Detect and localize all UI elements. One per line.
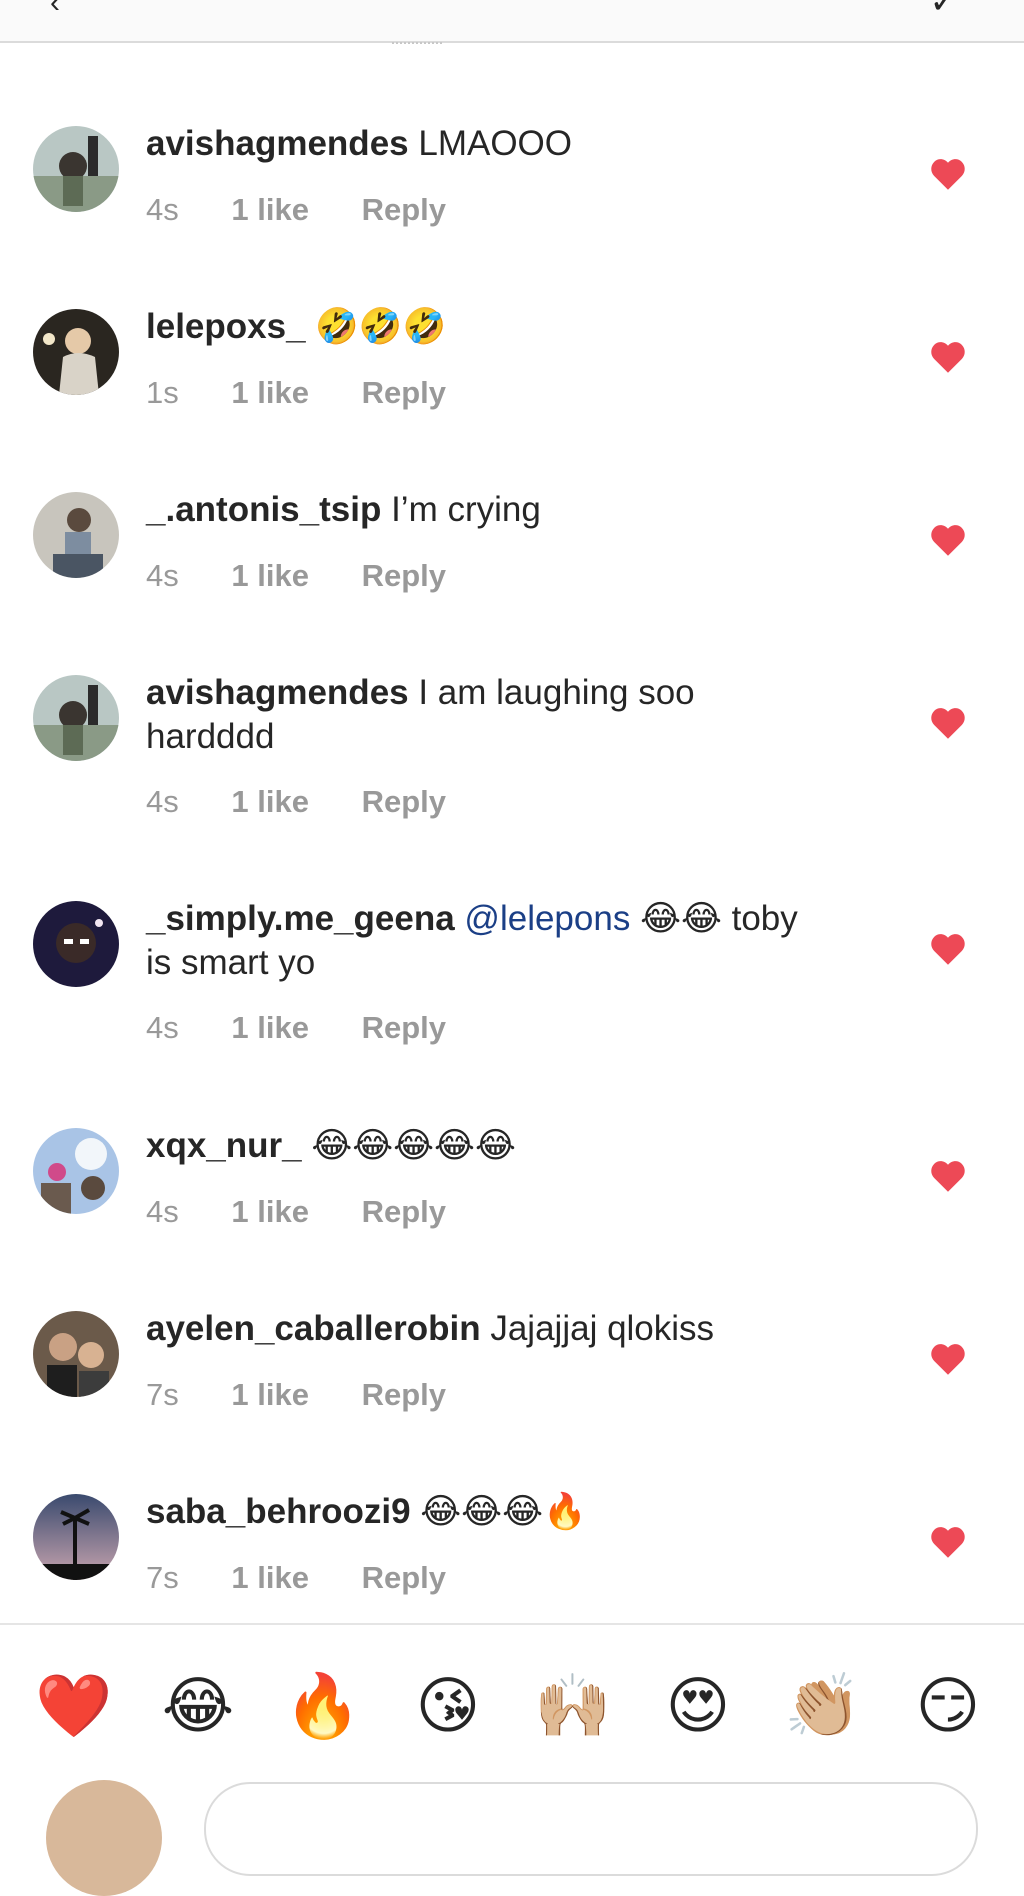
avatar[interactable]	[33, 901, 119, 987]
fire-emoji-button[interactable]: 🔥	[283, 1667, 363, 1747]
comment-body: I’m crying	[391, 490, 541, 529]
comment-text: lelepoxs_ 🤣🤣🤣	[146, 305, 826, 349]
heart-icon[interactable]	[930, 1159, 966, 1193]
comment-body: 🤣🤣🤣	[315, 307, 447, 346]
comment-text: avishagmendes LMAOOO	[146, 122, 826, 166]
comment-likes[interactable]: 1 like	[231, 784, 309, 819]
comment-username[interactable]: ayelen_caballerobin	[146, 1309, 481, 1348]
comment-text: _simply.me_geena @lelepons 😂😂 toby is sm…	[146, 897, 826, 985]
emoji-reaction-bar: ❤️ 😂 🔥 😘 🙌🏼 😍 👏🏼 😏	[0, 1623, 1024, 1785]
reply-button[interactable]: Reply	[362, 375, 446, 410]
comment-username[interactable]: avishagmendes	[146, 124, 409, 163]
reply-button[interactable]: Reply	[362, 558, 446, 593]
red-heart-emoji-button[interactable]: ❤️	[34, 1667, 114, 1747]
comment-username[interactable]: lelepoxs_	[146, 307, 306, 346]
scroll-indicator	[392, 36, 442, 44]
comment-likes[interactable]: 1 like	[231, 558, 309, 593]
mention-link[interactable]: @lelepons	[464, 899, 630, 938]
comment-likes[interactable]: 1 like	[231, 1010, 309, 1045]
comment-time: 1s	[146, 375, 179, 410]
comment-meta: 4s 1 like Reply	[146, 784, 490, 820]
clapping-emoji-button[interactable]: 👏🏼	[783, 1667, 863, 1747]
comment-username[interactable]: xqx_nur_	[146, 1126, 302, 1165]
heart-icon[interactable]	[930, 706, 966, 740]
comment-meta: 4s 1 like Reply	[146, 1010, 490, 1046]
comment-username[interactable]: _.antonis_tsip	[146, 490, 381, 529]
heart-icon[interactable]	[930, 157, 966, 191]
comment-meta: 1s 1 like Reply	[146, 375, 490, 411]
comment-body: 😂😂😂🔥	[420, 1492, 587, 1531]
comment-meta: 4s 1 like Reply	[146, 558, 490, 594]
back-icon[interactable]: ‹	[50, 0, 60, 20]
comment-input[interactable]	[204, 1782, 978, 1876]
comment-likes[interactable]: 1 like	[231, 1560, 309, 1595]
comment-text: ayelen_caballerobin Jajajjaj qlokiss	[146, 1307, 826, 1351]
comment-body: LMAOOO	[418, 124, 572, 163]
comment-time: 4s	[146, 1194, 179, 1229]
current-user-avatar	[46, 1780, 162, 1896]
comment-username[interactable]: saba_behroozi9	[146, 1492, 411, 1531]
comment-meta: 4s 1 like Reply	[146, 192, 490, 228]
comment-time: 4s	[146, 1010, 179, 1045]
comment-time: 4s	[146, 784, 179, 819]
share-icon[interactable]: ✓	[930, 0, 959, 22]
avatar[interactable]	[33, 309, 119, 395]
comment-text: saba_behroozi9 😂😂😂🔥	[146, 1490, 826, 1534]
comment-likes[interactable]: 1 like	[231, 375, 309, 410]
reply-button[interactable]: Reply	[362, 192, 446, 227]
comment-time: 4s	[146, 558, 179, 593]
comment-time: 7s	[146, 1560, 179, 1595]
comment-username[interactable]: _simply.me_geena	[146, 899, 455, 938]
reply-button[interactable]: Reply	[362, 1194, 446, 1229]
comment-text: _.antonis_tsip I’m crying	[146, 488, 826, 532]
smirk-emoji-button[interactable]: 😏	[908, 1667, 988, 1747]
heart-icon[interactable]	[930, 1342, 966, 1376]
comment-meta: 4s 1 like Reply	[146, 1194, 490, 1230]
avatar[interactable]	[33, 1311, 119, 1397]
heart-icon[interactable]	[930, 932, 966, 966]
comment-likes[interactable]: 1 like	[231, 1377, 309, 1412]
comment-likes[interactable]: 1 like	[231, 192, 309, 227]
avatar[interactable]	[33, 1494, 119, 1580]
comment-username[interactable]: avishagmendes	[146, 673, 409, 712]
comment-time: 4s	[146, 192, 179, 227]
comment-text: avishagmendes I am laughing soo hardddd	[146, 671, 826, 759]
comment-body: 😂😂😂😂😂	[311, 1126, 516, 1165]
reply-button[interactable]: Reply	[362, 1377, 446, 1412]
avatar[interactable]	[33, 492, 119, 578]
reply-button[interactable]: Reply	[362, 1560, 446, 1595]
comment-meta: 7s 1 like Reply	[146, 1560, 490, 1596]
heart-icon[interactable]	[930, 523, 966, 557]
comment-body: Jajajjaj qlokiss	[490, 1309, 715, 1348]
reply-button[interactable]: Reply	[362, 784, 446, 819]
reply-button[interactable]: Reply	[362, 1010, 446, 1045]
heart-icon[interactable]	[930, 1525, 966, 1559]
raised-hands-emoji-button[interactable]: 🙌🏼	[533, 1667, 613, 1747]
heart-icon[interactable]	[930, 340, 966, 374]
comment-time: 7s	[146, 1377, 179, 1412]
comment-meta: 7s 1 like Reply	[146, 1377, 490, 1413]
laughing-emoji-button[interactable]: 😂	[158, 1667, 238, 1747]
top-bar: ‹ ✓	[0, 0, 1024, 43]
comment-text: xqx_nur_ 😂😂😂😂😂	[146, 1124, 826, 1168]
comment-likes[interactable]: 1 like	[231, 1194, 309, 1229]
kiss-emoji-button[interactable]: 😘	[408, 1667, 488, 1747]
heart-eyes-emoji-button[interactable]: 😍	[658, 1667, 738, 1747]
avatar[interactable]	[33, 675, 119, 761]
avatar[interactable]	[33, 126, 119, 212]
avatar[interactable]	[33, 1128, 119, 1214]
